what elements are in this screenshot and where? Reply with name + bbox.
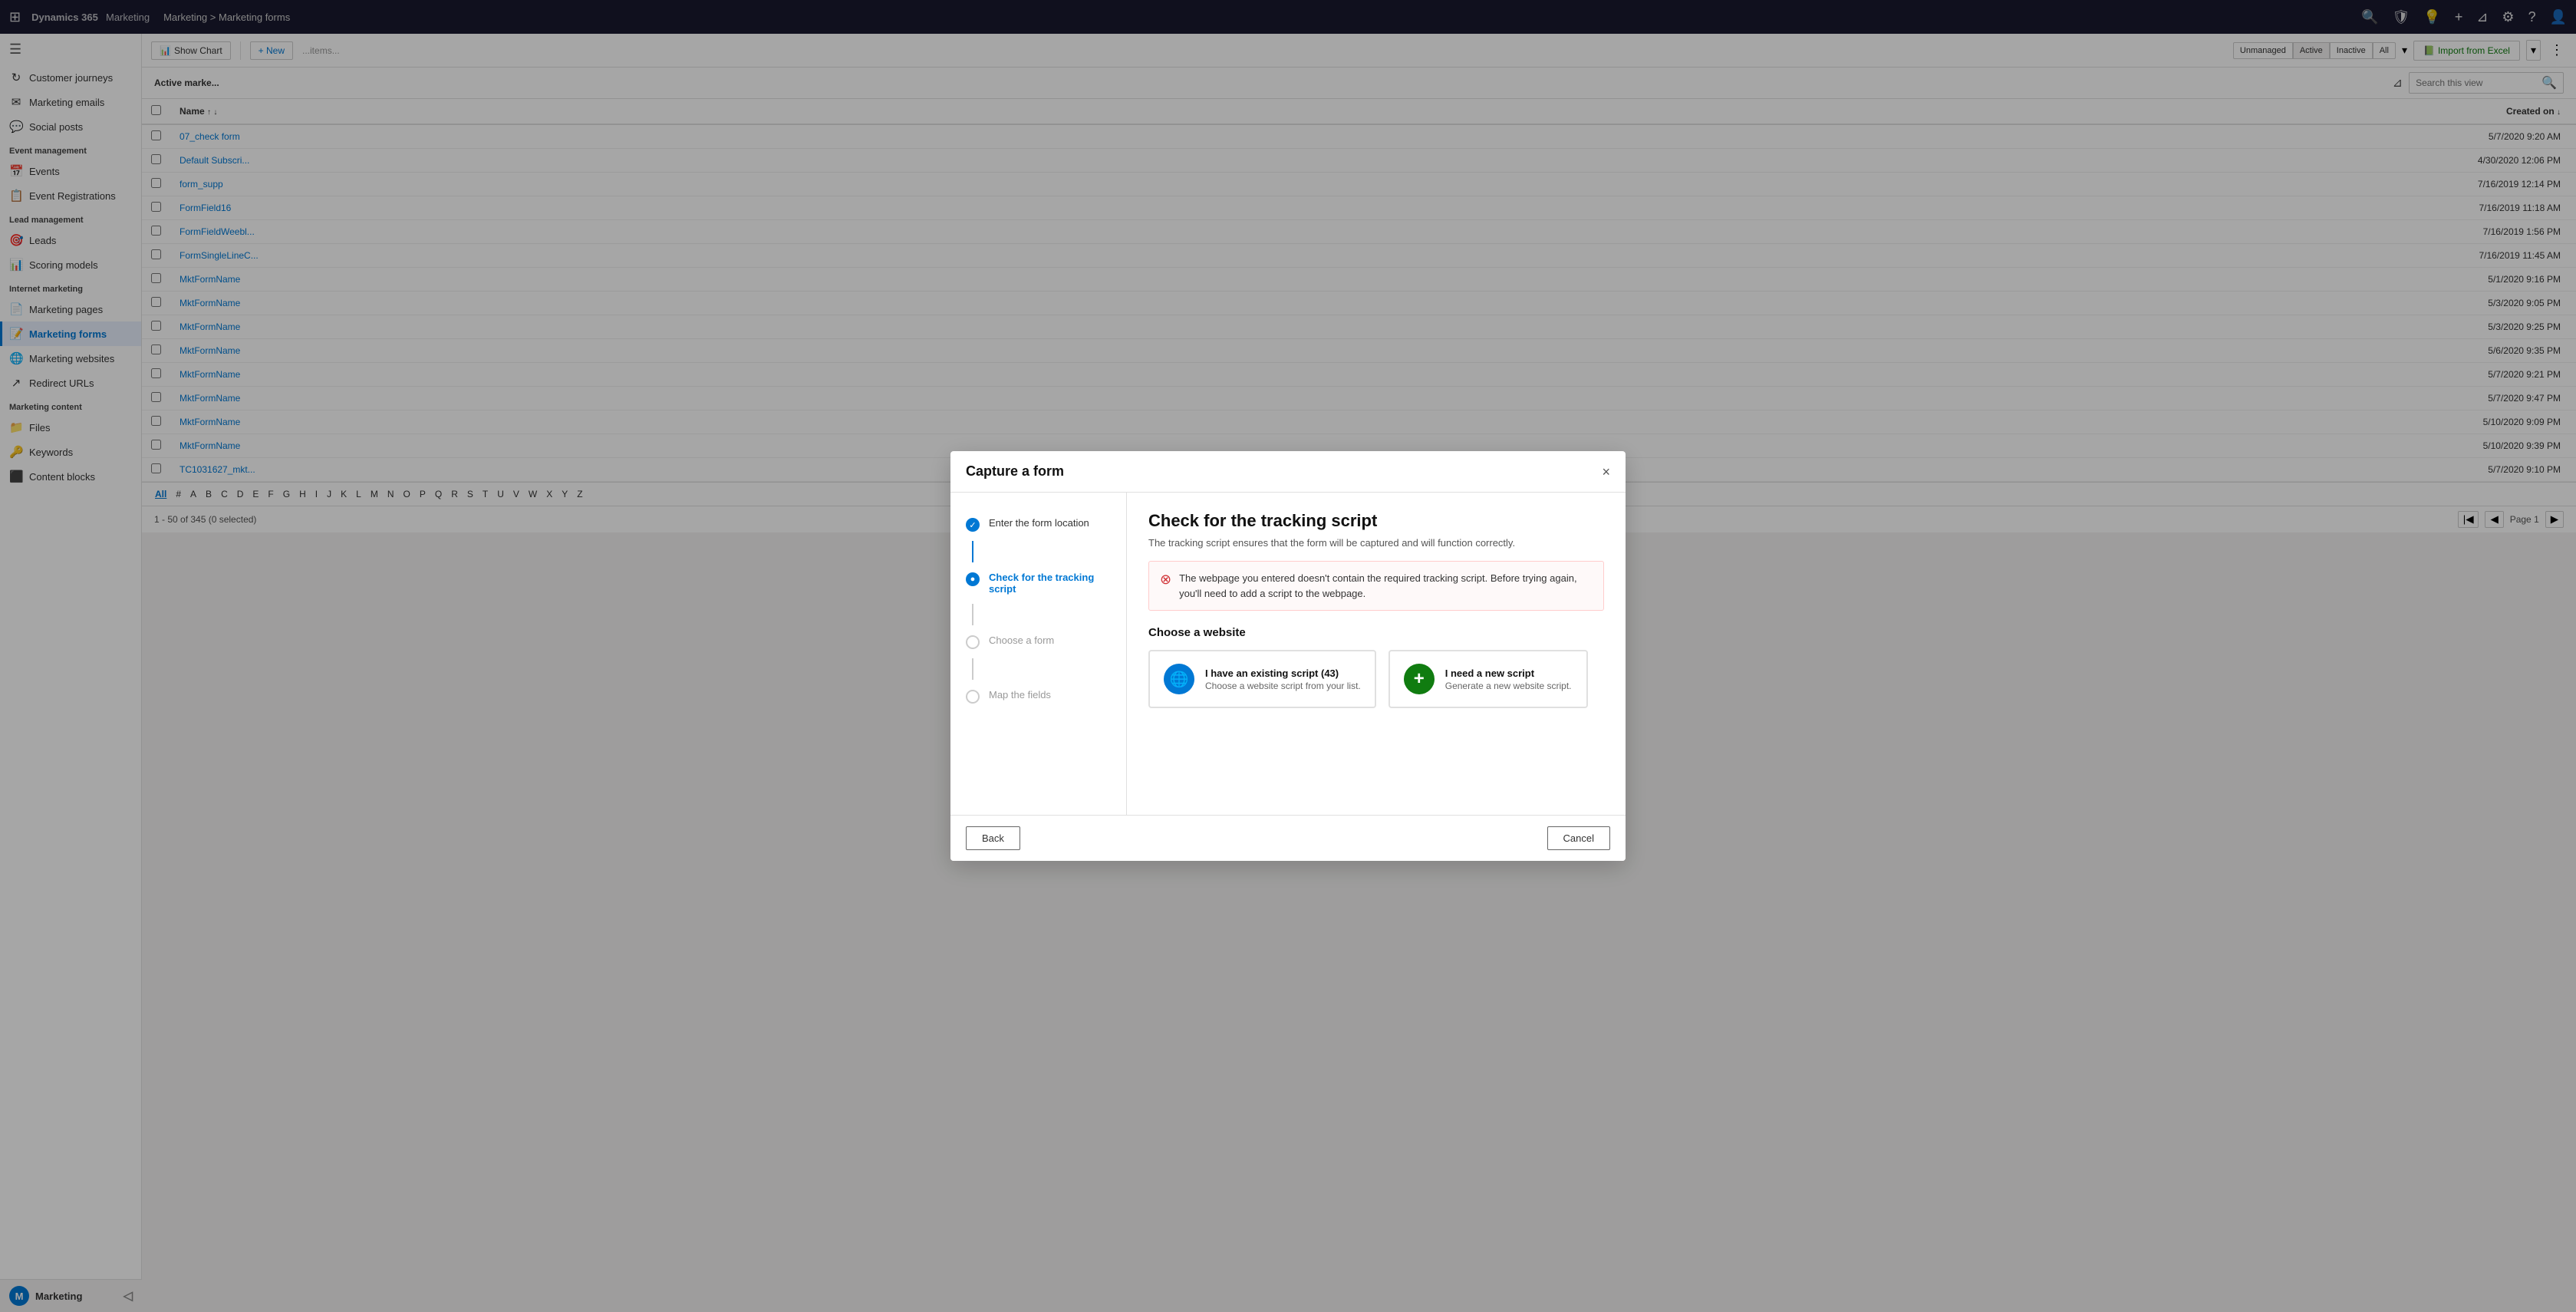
footer-right: Cancel xyxy=(1547,826,1610,850)
existing-script-option[interactable]: 🌐 I have an existing script (43) Choose … xyxy=(1148,650,1376,708)
existing-script-icon: 🌐 xyxy=(1164,664,1194,694)
existing-script-desc: Choose a website script from your list. xyxy=(1205,681,1361,691)
modal-footer: Back Cancel xyxy=(950,815,1626,861)
choose-website-title: Choose a website xyxy=(1148,626,1604,639)
cancel-button[interactable]: Cancel xyxy=(1547,826,1610,850)
new-script-label: I need a new script xyxy=(1445,668,1572,679)
wizard-step-3: Choose a form xyxy=(950,625,1126,658)
footer-left: Back xyxy=(966,826,1020,850)
new-script-option[interactable]: + I need a new script Generate a new web… xyxy=(1388,650,1588,708)
website-options: 🌐 I have an existing script (43) Choose … xyxy=(1148,650,1604,708)
modal-header: Capture a form × xyxy=(950,451,1626,493)
new-script-info: I need a new script Generate a new websi… xyxy=(1445,668,1572,691)
modal-title: Capture a form xyxy=(966,463,1064,480)
step-2-indicator: ● xyxy=(966,572,980,586)
existing-script-label: I have an existing script (43) xyxy=(1205,668,1361,679)
step-4-indicator xyxy=(966,690,980,704)
wizard-step-2: ● Check for the tracking script xyxy=(950,562,1126,604)
new-script-icon: + xyxy=(1404,664,1435,694)
existing-script-info: I have an existing script (43) Choose a … xyxy=(1205,668,1361,691)
error-banner: ⊗ The webpage you entered doesn't contai… xyxy=(1148,561,1604,611)
back-button[interactable]: Back xyxy=(966,826,1020,850)
wizard-content: Check for the tracking script The tracki… xyxy=(1127,493,1626,815)
modal-body: ✓ Enter the form location ● Check for th… xyxy=(950,493,1626,815)
error-text: The webpage you entered doesn't contain … xyxy=(1179,571,1593,601)
wizard-step-4: Map the fields xyxy=(950,680,1126,713)
modal-close-button[interactable]: × xyxy=(1602,465,1610,479)
wizard-steps: ✓ Enter the form location ● Check for th… xyxy=(950,493,1127,815)
wizard-content-title: Check for the tracking script xyxy=(1148,511,1604,531)
wizard-step-1: ✓ Enter the form location xyxy=(950,508,1126,541)
wizard-content-description: The tracking script ensures that the for… xyxy=(1148,537,1604,549)
step-connector-1 xyxy=(972,541,973,562)
step-3-indicator xyxy=(966,635,980,649)
step-connector-2 xyxy=(972,604,973,625)
error-icon: ⊗ xyxy=(1160,572,1171,588)
step-1-indicator: ✓ xyxy=(966,518,980,532)
capture-form-modal: Capture a form × ✓ Enter the form locati… xyxy=(950,451,1626,861)
step-connector-3 xyxy=(972,658,973,680)
modal-overlay: Capture a form × ✓ Enter the form locati… xyxy=(0,0,2576,1312)
new-script-desc: Generate a new website script. xyxy=(1445,681,1572,691)
